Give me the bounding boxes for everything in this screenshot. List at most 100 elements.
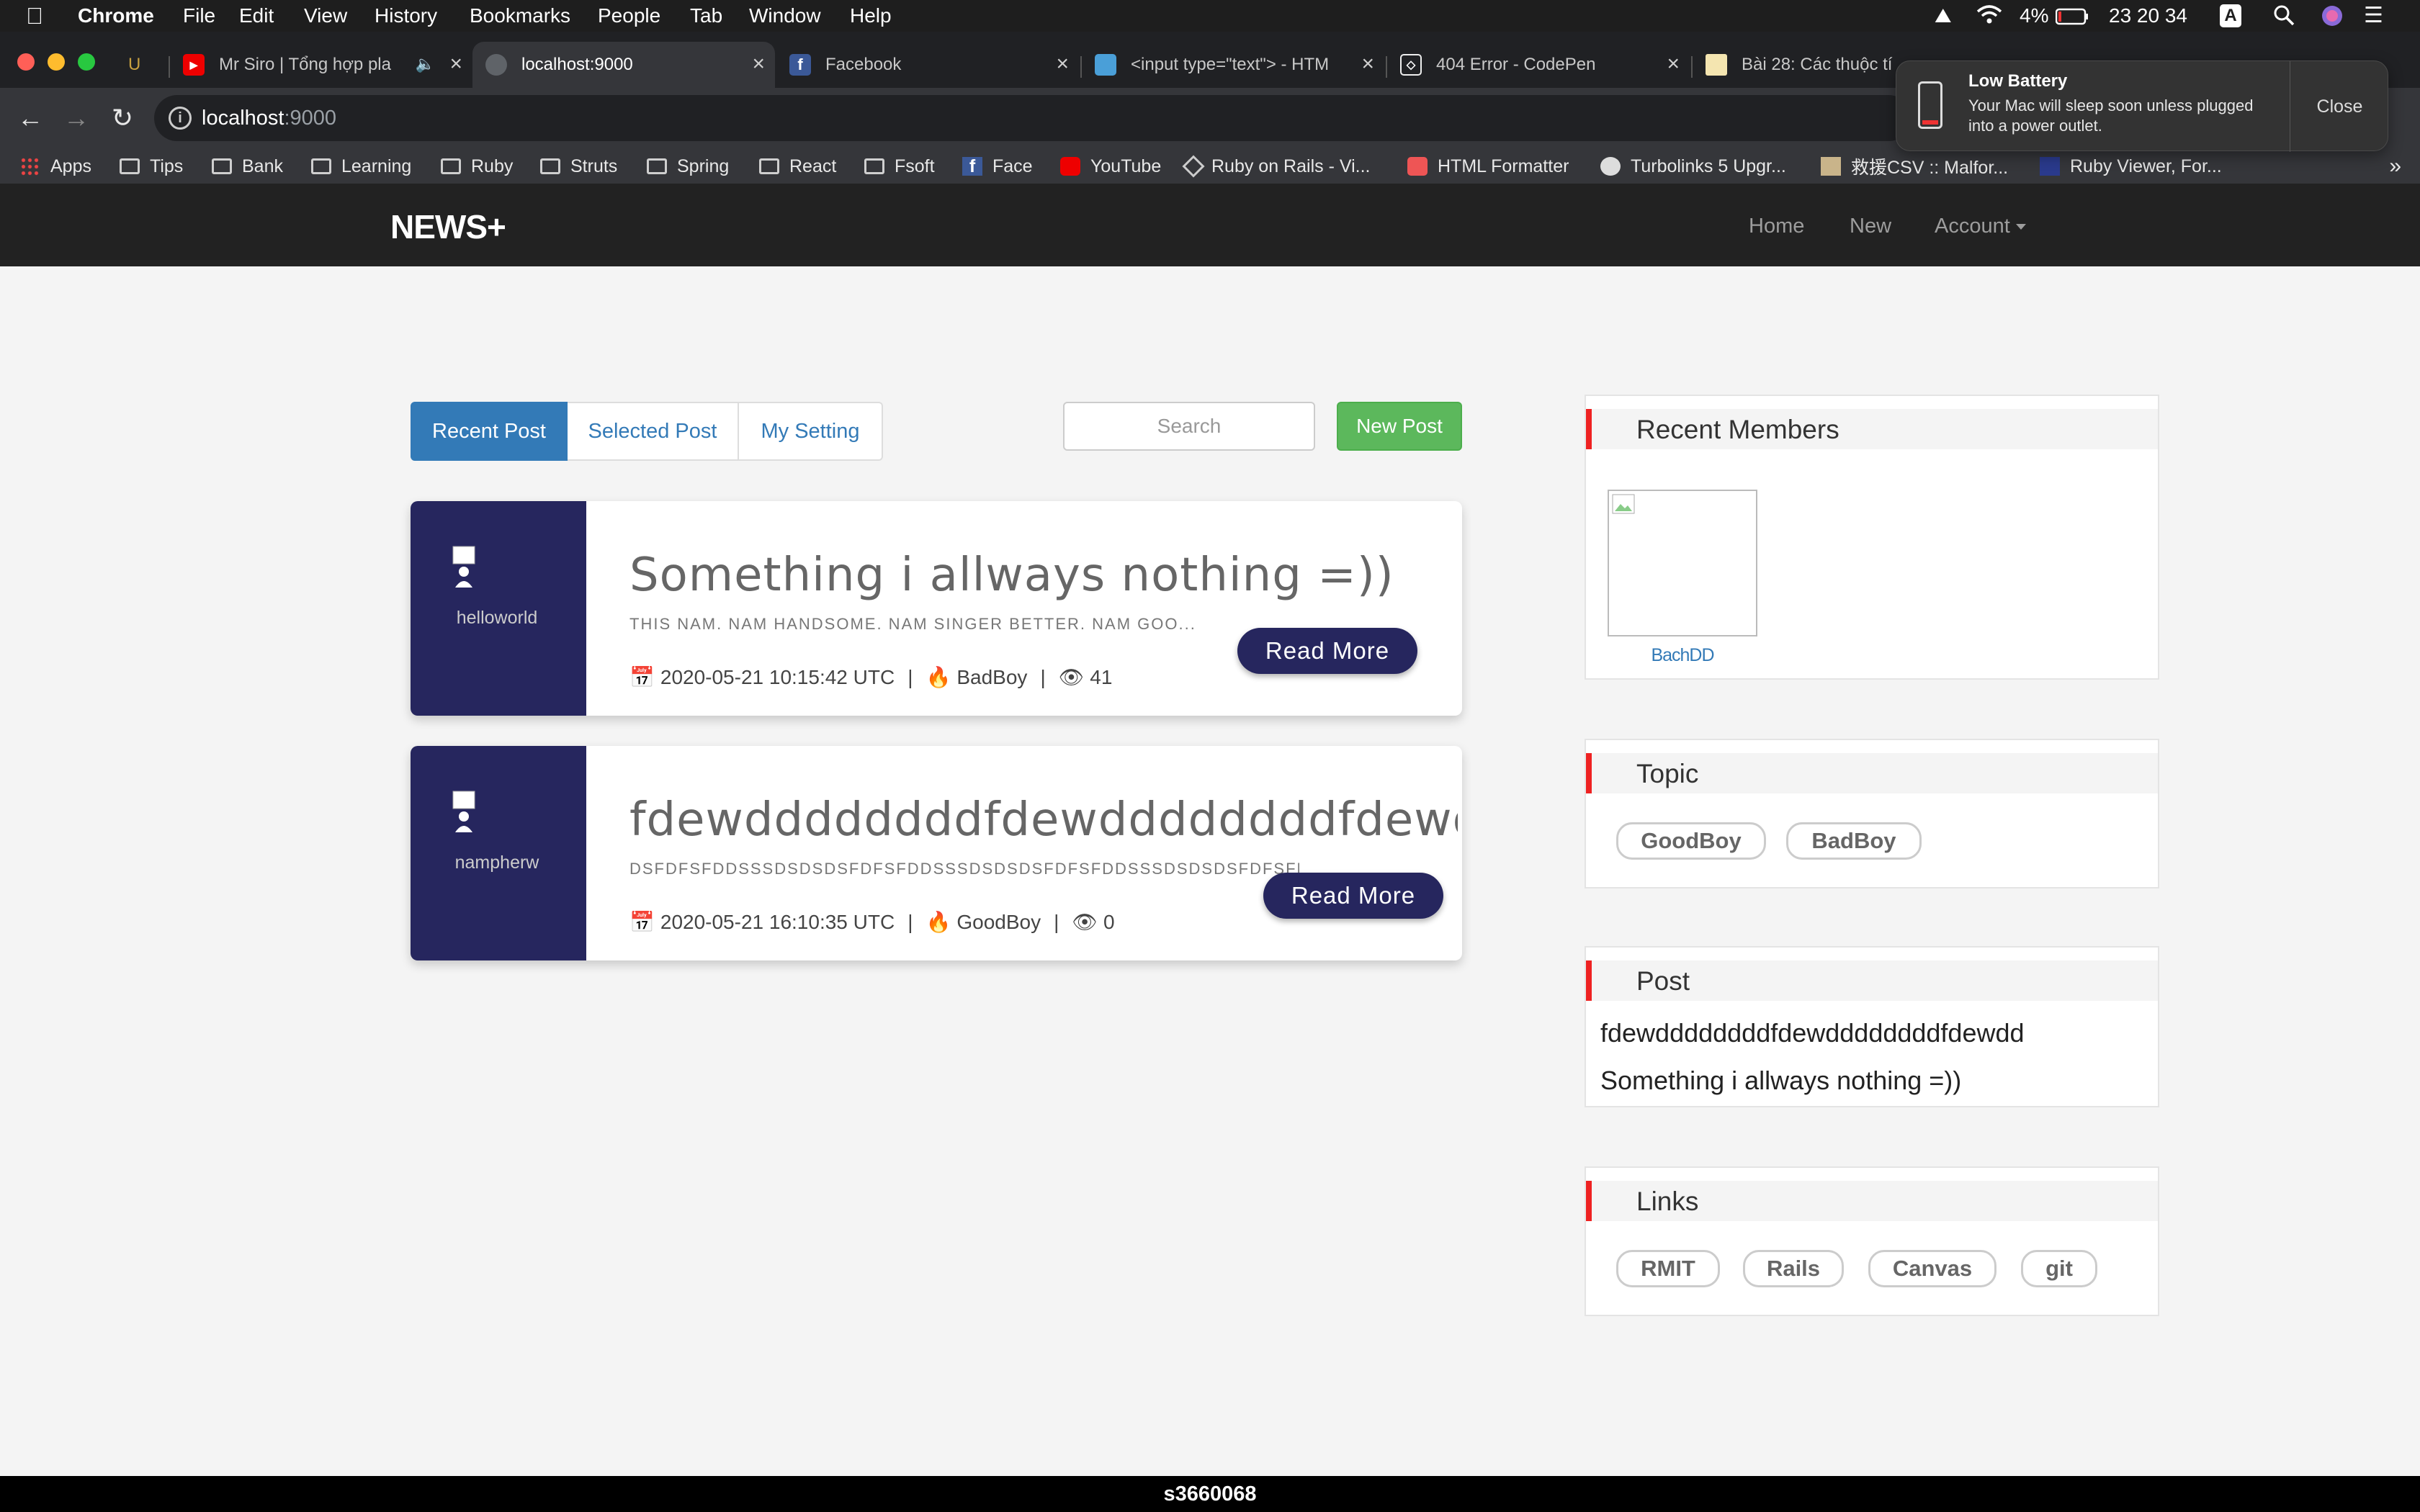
battery-icon[interactable] (2055, 7, 2089, 30)
bookmark-spring[interactable]: Spring (647, 153, 729, 180)
post-views: 41 (1090, 665, 1113, 688)
close-tab-icon[interactable]: × (752, 53, 765, 75)
menu-app-name[interactable]: Chrome (78, 4, 154, 27)
tab-u[interactable]: U (115, 42, 166, 88)
read-more-button[interactable]: Read More (1263, 873, 1443, 919)
address-bar[interactable]: i localhost:9000 (154, 95, 1912, 141)
bookmark-face[interactable]: f Face (962, 153, 1033, 180)
bookmark-ruby-viewer[interactable]: Ruby Viewer, For... (2040, 153, 2222, 180)
close-tab-icon[interactable]: × (1667, 53, 1680, 75)
html-formatter-icon (1407, 157, 1428, 176)
tab-bai-28[interactable]: Bài 28: Các thuộc tí (1693, 42, 1909, 88)
tab-input-type-text[interactable]: <input type="text"> - HTM × (1082, 42, 1384, 88)
widget-header: Recent Members (1586, 409, 2158, 449)
bookmarks-overflow-icon[interactable]: » (2389, 154, 2401, 179)
menu-tab[interactable]: Tab (690, 4, 722, 27)
menu-help[interactable]: Help (850, 4, 892, 27)
close-tab-icon[interactable]: × (1361, 53, 1374, 75)
menu-bookmarks[interactable]: Bookmarks (470, 4, 570, 27)
notification-close-button[interactable]: Close (2290, 61, 2389, 152)
info-icon[interactable]: i (169, 107, 192, 130)
globe-icon (485, 54, 507, 76)
back-button[interactable]: ← (13, 101, 48, 135)
bookmark-struts[interactable]: Struts (540, 153, 617, 180)
folder-icon (212, 158, 232, 174)
link-tag[interactable]: git (2021, 1250, 2097, 1287)
post-title[interactable]: fdewddddddddfdewddddddddfdewdd (629, 793, 1458, 847)
topic-tag[interactable]: BadBoy (1786, 822, 1922, 860)
bookmark-fsoft[interactable]: Fsoft (864, 153, 935, 180)
menu-file[interactable]: File (183, 4, 215, 27)
bookmark-ruby-on-rails[interactable]: Ruby on Rails - Vi... (1182, 153, 1370, 180)
bookmark-turbolinks[interactable]: Turbolinks 5 Upgr... (1600, 153, 1786, 180)
wifi-icon[interactable] (1976, 4, 2002, 30)
link-tag[interactable]: Rails (1743, 1250, 1844, 1287)
tab-localhost[interactable]: localhost:9000 × (472, 42, 775, 88)
post-title[interactable]: Something i allways nothing =)) (629, 549, 1394, 602)
link-tag[interactable]: Canvas (1868, 1250, 1996, 1287)
nav-home[interactable]: Home (1749, 215, 1804, 238)
reload-button[interactable]: ↻ (105, 101, 140, 135)
spotlight-icon[interactable] (2273, 4, 2295, 31)
tab-codepen-404[interactable]: ◇ 404 Error - CodePen × (1387, 42, 1690, 88)
bookmark-learning[interactable]: Learning (311, 153, 411, 180)
links-widget: Links RMIT Rails Canvas git (1585, 1166, 2159, 1316)
bookmark-tips[interactable]: Tips (120, 153, 183, 180)
folder-icon (311, 158, 331, 174)
nav-new[interactable]: New (1850, 215, 1891, 238)
sidebar-post-link[interactable]: fdewddddddddfdewddddddddfdewdd (1600, 1018, 2025, 1048)
member-avatar[interactable] (1608, 490, 1757, 636)
menu-edit[interactable]: Edit (239, 4, 274, 27)
rails-icon (1182, 155, 1205, 178)
siri-icon[interactable] (2321, 4, 2344, 32)
bookmark-csv[interactable]: 救援CSV :: Malfor... (1821, 153, 2008, 180)
nav-account-dropdown[interactable]: Account (1935, 215, 2026, 238)
close-tab-icon[interactable]: × (449, 53, 462, 75)
post-author[interactable]: helloworld (411, 608, 583, 629)
notification-center-icon[interactable]: ☰ (2364, 4, 2383, 27)
menu-people[interactable]: People (598, 4, 660, 27)
post-date: 2020-05-21 10:15:42 UTC (660, 665, 895, 688)
bookmark-bank[interactable]: Bank (212, 153, 283, 180)
folder-icon (864, 158, 884, 174)
speaker-icon[interactable]: 🔈 (416, 55, 435, 73)
menu-history[interactable]: History (375, 4, 437, 27)
tab-selected-post[interactable]: Selected Post (568, 402, 739, 461)
bookmark-apps[interactable]: Apps (20, 153, 91, 180)
tab-recent-post[interactable]: Recent Post (411, 402, 568, 461)
post-views: 0 (1103, 910, 1115, 933)
search-input[interactable] (1063, 402, 1315, 451)
bookmark-react[interactable]: React (759, 153, 836, 180)
docker-icon[interactable]: ⛰ (1935, 4, 1952, 27)
menu-window[interactable]: Window (749, 4, 821, 27)
link-tag[interactable]: RMIT (1616, 1250, 1720, 1287)
read-more-button[interactable]: Read More (1237, 628, 1417, 674)
new-post-button[interactable]: New Post (1337, 402, 1462, 451)
bookmark-html-formatter[interactable]: HTML Formatter (1407, 153, 1569, 180)
post-topic[interactable]: GoodBoy (956, 911, 1041, 934)
brand-logo[interactable]: NEWS+ (390, 207, 506, 246)
widget-title: Post (1636, 966, 1690, 996)
sidebar-post-link[interactable]: Something i allways nothing =)) (1600, 1066, 1961, 1096)
bookmark-ruby[interactable]: Ruby (441, 153, 513, 180)
clock[interactable]: 23 20 34 (2109, 4, 2187, 27)
close-window-button[interactable] (17, 53, 35, 71)
input-source-icon[interactable]: A (2220, 4, 2241, 27)
member-name[interactable]: BachDD (1608, 645, 1757, 666)
menu-view[interactable]: View (304, 4, 347, 27)
tab-mr-siro[interactable]: ▶ Mr Siro | Tổng hợp pla 🔈 × (170, 42, 472, 88)
post-card: helloworld Something i allways nothing =… (411, 501, 1462, 716)
tab-facebook[interactable]: f Facebook × (776, 42, 1079, 88)
bookmark-youtube[interactable]: YouTube (1060, 153, 1161, 180)
post-topic[interactable]: BadBoy (956, 666, 1027, 689)
forward-button[interactable]: → (59, 101, 94, 135)
widget-title: Links (1636, 1187, 1699, 1216)
close-tab-icon[interactable]: × (1056, 53, 1069, 75)
notification-message: Your Mac will sleep soon unless plugged … (1968, 96, 2254, 135)
tab-my-setting[interactable]: My Setting (739, 402, 883, 461)
topic-tag[interactable]: GoodBoy (1616, 822, 1766, 860)
apple-icon[interactable]:  (26, 4, 43, 27)
zoom-window-button[interactable] (78, 53, 95, 71)
post-author[interactable]: nampherw (411, 852, 583, 873)
minimize-window-button[interactable] (48, 53, 65, 71)
